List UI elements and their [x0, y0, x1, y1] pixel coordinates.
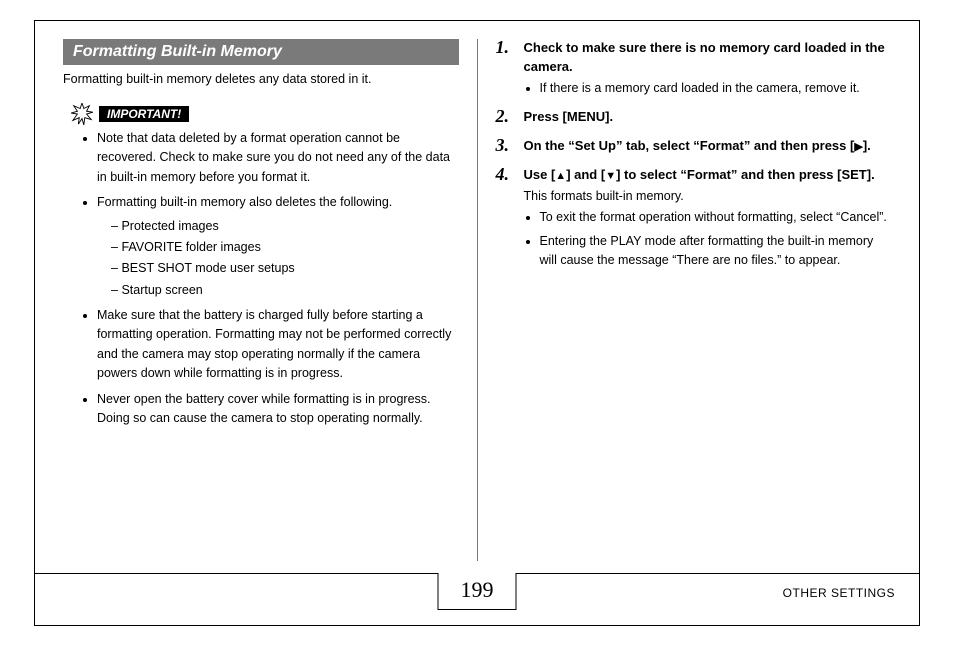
- manual-page: Formatting Built-in Memory Formatting bu…: [34, 20, 920, 626]
- list-item: Protected images: [111, 217, 459, 236]
- step-heading: Press [MENU].: [524, 108, 892, 127]
- step-heading: Use [▲] and [▼] to select “Format” and t…: [524, 166, 892, 185]
- left-column: Formatting Built-in Memory Formatting bu…: [63, 39, 459, 561]
- two-column-layout: Formatting Built-in Memory Formatting bu…: [35, 21, 919, 561]
- intro-text: Formatting built-in memory deletes any d…: [63, 69, 459, 89]
- list-item: If there is a memory card loaded in the …: [540, 79, 892, 98]
- page-footer: 199 OTHER SETTINGS: [35, 573, 919, 625]
- list-item: Never open the battery cover while forma…: [97, 390, 459, 429]
- list-item: Make sure that the battery is charged fu…: [97, 306, 459, 384]
- page-number: 199: [438, 573, 517, 610]
- step-heading-text: ].: [863, 138, 871, 153]
- down-triangle-icon: ▼: [605, 169, 616, 185]
- right-column: Check to make sure there is no memory ca…: [496, 39, 892, 561]
- list-item: Startup screen: [111, 281, 459, 300]
- burst-icon: [71, 103, 93, 125]
- step-item: On the “Set Up” tab, select “Format” and…: [496, 137, 892, 156]
- step-item: Press [MENU].: [496, 108, 892, 127]
- step-heading-text: On the “Set Up” tab, select “Format” and…: [524, 138, 855, 153]
- up-triangle-icon: ▲: [555, 169, 566, 185]
- step-heading-text: ] and [: [566, 167, 605, 182]
- list-item: FAVORITE folder images: [111, 238, 459, 257]
- column-divider: [477, 39, 478, 561]
- step-heading: On the “Set Up” tab, select “Format” and…: [524, 137, 892, 156]
- list-item-text: Formatting built-in memory also deletes …: [97, 195, 392, 209]
- list-item: BEST SHOT mode user setups: [111, 259, 459, 278]
- footer-section-label: OTHER SETTINGS: [783, 586, 895, 600]
- procedure-steps: Check to make sure there is no memory ca…: [496, 39, 892, 270]
- section-heading: Formatting Built-in Memory: [63, 39, 459, 65]
- step-bullets: If there is a memory card loaded in the …: [524, 79, 892, 98]
- step-bullets: To exit the format operation without for…: [524, 208, 892, 270]
- step-heading: Check to make sure there is no memory ca…: [524, 39, 892, 77]
- important-list: Note that data deleted by a format opera…: [63, 129, 459, 428]
- list-item: Entering the PLAY mode after formatting …: [540, 232, 892, 271]
- step-heading-text: ] to select “Format” and then press [SET…: [616, 167, 875, 182]
- important-callout: IMPORTANT!: [71, 103, 459, 125]
- list-item: To exit the format operation without for…: [540, 208, 892, 227]
- step-heading-text: Use [: [524, 167, 556, 182]
- step-item: Use [▲] and [▼] to select “Format” and t…: [496, 166, 892, 270]
- list-item: Formatting built-in memory also deletes …: [97, 193, 459, 300]
- right-triangle-icon: ▶: [854, 140, 862, 156]
- sub-list: Protected images FAVORITE folder images …: [97, 217, 459, 301]
- important-badge: IMPORTANT!: [99, 106, 189, 122]
- list-item: Note that data deleted by a format opera…: [97, 129, 459, 187]
- step-body-text: This formats built-in memory.: [524, 187, 892, 206]
- step-item: Check to make sure there is no memory ca…: [496, 39, 892, 98]
